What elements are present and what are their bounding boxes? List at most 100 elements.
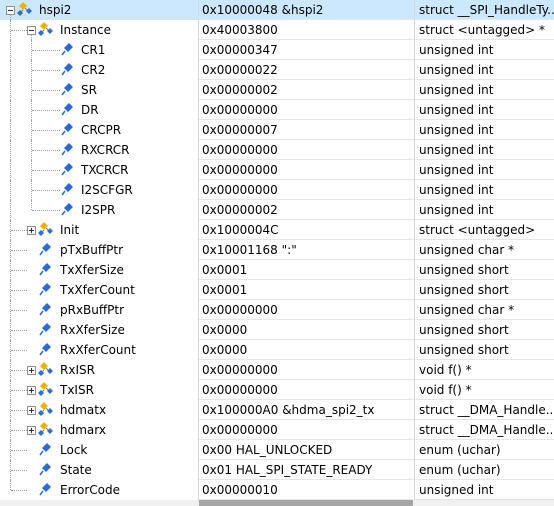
watch-row[interactable]: TxXferCount 0x0001 unsigned short	[0, 280, 554, 300]
value-cell[interactable]: 0x00000002	[199, 80, 413, 100]
name-cell[interactable]: TxXferCount	[0, 280, 197, 300]
value-cell[interactable]: 0x00000007	[199, 120, 413, 140]
value-cell[interactable]: 0x00000347	[199, 40, 413, 60]
type-cell[interactable]: unsigned char *	[416, 300, 554, 320]
type-cell[interactable]: unsigned int	[416, 120, 554, 140]
type-cell[interactable]: void f() *	[416, 360, 554, 380]
watch-row[interactable]: hdmatx 0x100000A0 &hdma_spi2_tx struct __D…	[0, 400, 554, 420]
value-cell[interactable]: 0x0001	[199, 280, 413, 300]
type-cell[interactable]: unsigned short	[416, 280, 554, 300]
value-cell[interactable]: 0x00000000	[199, 380, 413, 400]
watch-row[interactable]: CR1 0x00000347 unsigned int	[0, 40, 554, 60]
watch-row[interactable]: Init 0x1000004C struct <untagged>	[0, 220, 554, 240]
type-cell[interactable]: unsigned int	[416, 140, 554, 160]
expand-icon[interactable]	[27, 226, 36, 235]
watch-row[interactable]: TXCRCR 0x00000000 unsigned int	[0, 160, 554, 180]
name-cell[interactable]: CR2	[0, 60, 197, 80]
type-cell[interactable]: unsigned int	[416, 60, 554, 80]
watch-row[interactable]: Instance 0x40003800 struct <untagged> *	[0, 20, 554, 40]
watch-row[interactable]: State 0x01 HAL_SPI_STATE_READY enum (uchar…	[0, 460, 554, 480]
watch-row[interactable]: CRCPR 0x00000007 unsigned int	[0, 120, 554, 140]
name-cell[interactable]: I2SCFGR	[0, 180, 197, 200]
type-cell[interactable]: enum (uchar)	[416, 460, 554, 480]
type-cell[interactable]: unsigned char *	[416, 240, 554, 260]
name-cell[interactable]: CRCPR	[0, 120, 197, 140]
expand-icon[interactable]	[27, 386, 36, 395]
type-cell[interactable]: struct __DMA_Handle...	[416, 420, 554, 440]
value-cell[interactable]: 0x00 HAL_UNLOCKED	[199, 440, 413, 460]
name-cell[interactable]: State	[0, 460, 197, 480]
type-cell[interactable]: unsigned short	[416, 260, 554, 280]
value-cell[interactable]: 0x00000000	[199, 180, 413, 200]
watch-row[interactable]: hspi2 0x10000048 &hspi2 struct __SPI_Handl…	[0, 0, 554, 20]
value-cell[interactable]: 0x00000000	[199, 360, 413, 380]
value-cell[interactable]: 0x0000	[199, 320, 413, 340]
name-cell[interactable]: SR	[0, 80, 197, 100]
watch-row[interactable]: TxISR 0x00000000 void f() *	[0, 380, 554, 400]
type-cell[interactable]: unsigned int	[416, 80, 554, 100]
watch-row[interactable]: hdmarx 0x00000000 struct __DMA_Handle...	[0, 420, 554, 440]
type-cell[interactable]: unsigned int	[416, 480, 554, 500]
name-cell[interactable]: hdmarx	[0, 420, 197, 440]
type-cell[interactable]: unsigned int	[416, 40, 554, 60]
type-cell[interactable]: unsigned int	[416, 200, 554, 220]
value-cell[interactable]: 0x00000002	[199, 200, 413, 220]
collapse-icon[interactable]	[27, 26, 36, 35]
watch-row[interactable]: I2SPR 0x00000002 unsigned int	[0, 200, 554, 220]
name-cell[interactable]: I2SPR	[0, 200, 197, 220]
type-cell[interactable]: struct <untagged> *	[416, 20, 554, 40]
type-cell[interactable]: struct __DMA_Handle...	[416, 400, 554, 420]
name-cell[interactable]: RXCRCR	[0, 140, 197, 160]
watch-row[interactable]: SR 0x00000002 unsigned int	[0, 80, 554, 100]
collapse-icon[interactable]	[6, 6, 15, 15]
value-cell[interactable]: 0x00000000	[199, 420, 413, 440]
name-cell[interactable]: RxISR	[0, 360, 197, 380]
expand-icon[interactable]	[27, 366, 36, 375]
type-cell[interactable]: unsigned int	[416, 180, 554, 200]
value-cell[interactable]: 0x10000048 &hspi2	[199, 0, 413, 20]
value-cell[interactable]: 0x100000A0 &hdma_spi2_tx	[199, 400, 413, 420]
name-cell[interactable]: TXCRCR	[0, 160, 197, 180]
name-cell[interactable]: hspi2	[0, 0, 197, 20]
type-cell[interactable]: unsigned short	[416, 320, 554, 340]
value-cell[interactable]: 0x00000000	[199, 300, 413, 320]
value-cell[interactable]: 0x0000	[199, 340, 413, 360]
watch-row[interactable]: pTxBuffPtr 0x10001168 ":" unsigned char *	[0, 240, 554, 260]
type-cell[interactable]: unsigned int	[416, 160, 554, 180]
name-cell[interactable]: hdmatx	[0, 400, 197, 420]
name-cell[interactable]: DR	[0, 100, 197, 120]
value-cell[interactable]: 0x00000000	[199, 100, 413, 120]
name-cell[interactable]: pTxBuffPtr	[0, 240, 197, 260]
name-cell[interactable]: Lock	[0, 440, 197, 460]
type-cell[interactable]: enum (uchar)	[416, 440, 554, 460]
expand-icon[interactable]	[27, 426, 36, 435]
name-cell[interactable]: TxISR	[0, 380, 197, 400]
watch-row[interactable]: RxXferSize 0x0000 unsigned short	[0, 320, 554, 340]
watch-row[interactable]: ErrorCode 0x00000010 unsigned int	[0, 480, 554, 500]
name-cell[interactable]: CR1	[0, 40, 197, 60]
name-cell[interactable]: RxXferSize	[0, 320, 197, 340]
type-cell[interactable]: struct <untagged>	[416, 220, 554, 240]
watch-row[interactable]: RXCRCR 0x00000000 unsigned int	[0, 140, 554, 160]
type-cell[interactable]: void f() *	[416, 380, 554, 400]
value-cell[interactable]: 0x40003800	[199, 20, 413, 40]
name-cell[interactable]: pRxBuffPtr	[0, 300, 197, 320]
name-cell[interactable]: TxXferSize	[0, 260, 197, 280]
value-cell[interactable]: 0x0001	[199, 260, 413, 280]
name-cell[interactable]: Instance	[0, 20, 197, 40]
value-cell[interactable]: 0x01 HAL_SPI_STATE_READY	[199, 460, 413, 480]
scrollbar-thumb[interactable]	[199, 500, 413, 506]
watch-row[interactable]: DR 0x00000000 unsigned int	[0, 100, 554, 120]
watch-row[interactable]: I2SCFGR 0x00000000 unsigned int	[0, 180, 554, 200]
watch-row[interactable]: CR2 0x00000022 unsigned int	[0, 60, 554, 80]
type-cell[interactable]: unsigned short	[416, 340, 554, 360]
watch-row[interactable]: TxXferSize 0x0001 unsigned short	[0, 260, 554, 280]
value-cell[interactable]: 0x00000022	[199, 60, 413, 80]
type-cell[interactable]: unsigned int	[416, 100, 554, 120]
watch-row[interactable]: pRxBuffPtr 0x00000000 unsigned char *	[0, 300, 554, 320]
value-cell[interactable]: 0x1000004C	[199, 220, 413, 240]
watch-row[interactable]: RxXferCount 0x0000 unsigned short	[0, 340, 554, 360]
watch-row[interactable]: Lock 0x00 HAL_UNLOCKED enum (uchar)	[0, 440, 554, 460]
value-cell[interactable]: 0x00000000	[199, 140, 413, 160]
column-divider-value[interactable]	[198, 0, 199, 500]
